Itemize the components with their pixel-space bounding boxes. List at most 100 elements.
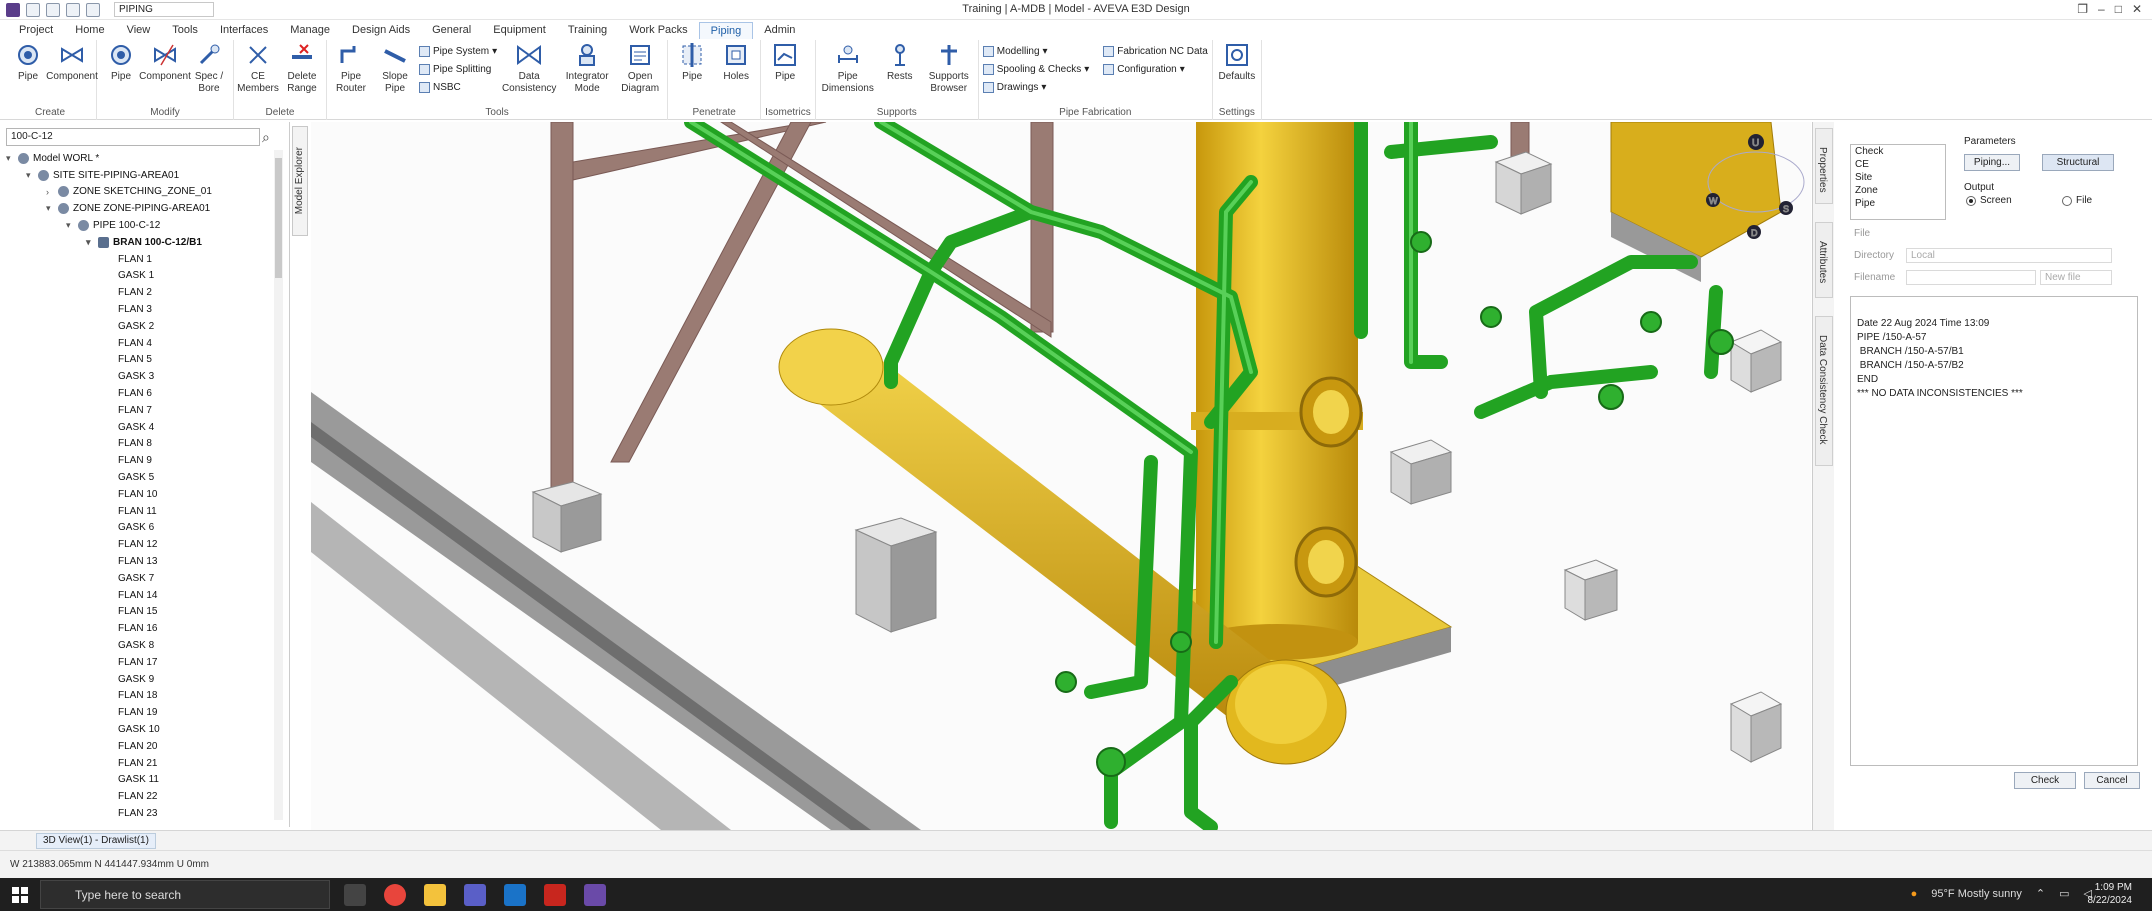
- taskbar-clock[interactable]: 1:09 PM 8/22/2024: [2088, 881, 2133, 907]
- pipe-dimensions-button[interactable]: Pipe Dimensions: [820, 40, 876, 95]
- pipe-splitting-button[interactable]: Pipe Splitting: [419, 61, 497, 77]
- tree-node[interactable]: FLAN 8: [6, 436, 276, 453]
- open-diagram-button[interactable]: Open Diagram: [617, 40, 663, 95]
- filename-field[interactable]: [1906, 270, 2036, 285]
- tray-chevron-icon[interactable]: ⌃: [2036, 887, 2045, 900]
- tree-node[interactable]: GASK 4: [6, 419, 276, 436]
- structural-button[interactable]: Structural: [2042, 154, 2114, 171]
- expand-icon[interactable]: ›: [46, 187, 58, 197]
- search-icon[interactable]: ⌕: [262, 129, 270, 146]
- menu-manage[interactable]: Manage: [279, 22, 341, 38]
- tree-node[interactable]: GASK 10: [6, 721, 276, 738]
- tab-attributes[interactable]: Attributes: [1815, 222, 1833, 298]
- integrator-mode-button[interactable]: Integrator Mode: [561, 40, 613, 95]
- data-consistency-button[interactable]: Data Consistency: [501, 40, 557, 95]
- file-radio[interactable]: File: [2062, 195, 2092, 206]
- menu-view[interactable]: View: [116, 22, 162, 38]
- menu-interfaces[interactable]: Interfaces: [209, 22, 279, 38]
- tree-node[interactable]: FLAN 9: [6, 452, 276, 469]
- tree-node[interactable]: FLAN 23: [6, 805, 276, 822]
- tree-node[interactable]: GASK 9: [6, 671, 276, 688]
- restore-icon[interactable]: ❐: [2077, 2, 2088, 16]
- tree-node[interactable]: FLAN 2: [6, 284, 276, 301]
- menu-admin[interactable]: Admin: [753, 22, 806, 38]
- holes-button[interactable]: Holes: [716, 40, 756, 83]
- tree-node[interactable]: FLAN 4: [6, 335, 276, 352]
- tree-node[interactable]: FLAN 15: [6, 604, 276, 621]
- check-list-item[interactable]: Check: [1851, 145, 1945, 158]
- windows-start-icon[interactable]: [12, 887, 28, 903]
- tree-node[interactable]: FLAN 21: [6, 755, 276, 772]
- menu-home[interactable]: Home: [64, 22, 115, 38]
- drawings-button[interactable]: Drawings ▾: [982, 79, 1090, 95]
- tree-node[interactable]: FLAN 17: [6, 654, 276, 671]
- tab-properties[interactable]: Properties: [1815, 128, 1833, 204]
- tree-node[interactable]: ▾ PIPE 100-C-12: [6, 217, 276, 234]
- defaults-button[interactable]: Defaults: [1217, 40, 1257, 83]
- tree-node[interactable]: FLAN 18: [6, 688, 276, 705]
- close-icon[interactable]: ✕: [2132, 2, 2142, 16]
- modify-pipe-button[interactable]: Pipe: [101, 40, 141, 83]
- teams-icon[interactable]: [464, 884, 486, 906]
- modelling-button[interactable]: Modelling ▾: [982, 43, 1090, 59]
- tree-node[interactable]: FLAN 3: [6, 301, 276, 318]
- menu-general[interactable]: General: [421, 22, 482, 38]
- tree-node[interactable]: FLAN 14: [6, 587, 276, 604]
- tree-node[interactable]: GASK 11: [6, 771, 276, 788]
- tree-node[interactable]: GASK 7: [6, 570, 276, 587]
- cancel-button[interactable]: Cancel: [2084, 772, 2140, 789]
- penetrate-pipe-button[interactable]: Pipe: [672, 40, 712, 83]
- ce-members-button[interactable]: CE Members: [237, 40, 279, 95]
- tree-node[interactable]: FLAN 22: [6, 788, 276, 805]
- tree-node[interactable]: ▾ Model WORL *: [6, 150, 276, 167]
- check-list-item[interactable]: Site: [1851, 171, 1945, 184]
- aveva-e3d-icon[interactable]: [584, 884, 606, 906]
- check-scope-list[interactable]: Check CE Site Zone Pipe: [1850, 144, 1946, 220]
- file-explorer-icon[interactable]: [424, 884, 446, 906]
- isometrics-pipe-button[interactable]: Pipe: [765, 40, 805, 83]
- spooling-checks-button[interactable]: Spooling & Checks ▾: [982, 61, 1089, 77]
- fabrication-nc-button[interactable]: Fabrication NC Data: [1103, 43, 1208, 59]
- tree-node[interactable]: GASK 1: [6, 268, 276, 285]
- expand-icon[interactable]: ▾: [26, 170, 38, 181]
- create-component-button[interactable]: Component: [46, 40, 98, 83]
- menu-project[interactable]: Project: [8, 22, 64, 38]
- screen-radio[interactable]: Screen: [1966, 195, 2012, 206]
- tree-node[interactable]: FLAN 12: [6, 536, 276, 553]
- tab-data-consistency[interactable]: Data Consistency Check: [1815, 316, 1833, 466]
- tree-node[interactable]: › ZONE SKETCHING_ZONE_01: [6, 184, 276, 201]
- tree-node[interactable]: FLAN 11: [6, 503, 276, 520]
- check-list-item[interactable]: CE: [1851, 158, 1945, 171]
- tree-node[interactable]: ▾ BRAN 100-C-12/B1: [6, 234, 276, 251]
- tree-node[interactable]: GASK 2: [6, 318, 276, 335]
- tree-node[interactable]: FLAN 20: [6, 738, 276, 755]
- expand-icon[interactable]: ▾: [6, 153, 18, 164]
- tree-node[interactable]: GASK 3: [6, 368, 276, 385]
- pipe-router-button[interactable]: Pipe Router: [331, 40, 371, 95]
- tree-node[interactable]: FLAN 1: [6, 251, 276, 268]
- menu-tools[interactable]: Tools: [161, 22, 209, 38]
- tree-node[interactable]: FLAN 13: [6, 553, 276, 570]
- check-list-item[interactable]: Pipe: [1851, 197, 1945, 210]
- tree-node[interactable]: GASK 6: [6, 520, 276, 537]
- expand-icon[interactable]: ▾: [66, 220, 78, 231]
- chrome-icon[interactable]: [384, 884, 406, 906]
- maximize-icon[interactable]: □: [2115, 2, 2122, 16]
- check-list-item[interactable]: Zone: [1851, 184, 1945, 197]
- tree-node[interactable]: ▾ SITE SITE-PIPING-AREA01: [6, 167, 276, 184]
- taskbar-search-input[interactable]: Type here to search: [40, 880, 330, 909]
- acrobat-icon[interactable]: [544, 884, 566, 906]
- tree-node[interactable]: FLAN 5: [6, 352, 276, 369]
- tree-node[interactable]: FLAN 7: [6, 402, 276, 419]
- new-file-select[interactable]: New file: [2040, 270, 2112, 285]
- rests-button[interactable]: Rests: [880, 40, 920, 83]
- tree-node[interactable]: GASK 5: [6, 469, 276, 486]
- check-button[interactable]: Check: [2014, 772, 2076, 789]
- minimize-icon[interactable]: –: [2098, 2, 2105, 16]
- menu-training[interactable]: Training: [557, 22, 618, 38]
- tree-node[interactable]: FLAN 16: [6, 620, 276, 637]
- weather-text[interactable]: 95°F Mostly sunny: [1931, 888, 2022, 900]
- create-pipe-button[interactable]: Pipe: [8, 40, 48, 83]
- network-icon[interactable]: ▭: [2059, 887, 2069, 900]
- spec-bore-button[interactable]: Spec / Bore: [189, 40, 229, 95]
